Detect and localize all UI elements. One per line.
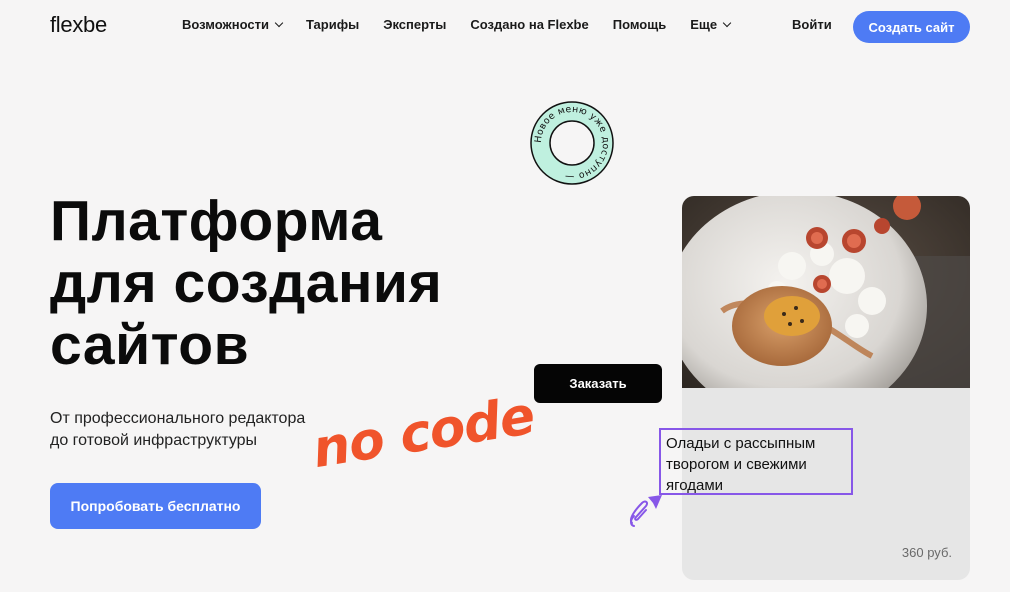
hero-title-line: Платформа: [50, 189, 383, 253]
nav-item-help[interactable]: Помощь: [613, 17, 666, 32]
nav-item-label: Помощь: [612, 17, 667, 32]
product-card[interactable]: 360 руб.: [682, 196, 970, 580]
nav-item-showcase[interactable]: Создано на Flexbe: [470, 17, 588, 32]
hero-title: Платформа для создания сайтов: [50, 190, 442, 376]
pancake-dish-photo: [682, 196, 970, 388]
try-free-button[interactable]: Попробовать бесплатно: [50, 483, 261, 529]
no-code-text: no code: [308, 385, 539, 481]
nav-item-features[interactable]: Возможности: [182, 17, 284, 32]
hero-subtitle-line: От профессионального редактора: [50, 410, 306, 427]
new-menu-badge[interactable]: Новое меню уже доступно —: [529, 100, 615, 186]
nav-item-label: Эксперты: [383, 17, 447, 32]
nav-item-experts[interactable]: Эксперты: [383, 17, 446, 32]
nav-item-label: Тарифы: [305, 17, 360, 32]
login-link[interactable]: Войти: [792, 17, 832, 32]
paperclip-cursor-icon: [630, 495, 662, 527]
product-title-selection[interactable]: Оладьи с рассыпным творогом и свежими яг…: [659, 428, 853, 495]
product-price: 360 руб.: [901, 545, 952, 560]
hero-subtitle-line: до готовой инфраструктуры: [50, 432, 258, 449]
no-code-graphic: no code: [300, 386, 550, 495]
main-nav: Возможности Тарифы Эксперты Создано на F…: [182, 17, 754, 32]
hero-title-line: для создания: [50, 251, 443, 315]
nav-item-more[interactable]: Еще: [690, 17, 732, 32]
nav-item-label: Создано на Flexbe: [470, 17, 589, 32]
nav-item-pricing[interactable]: Тарифы: [306, 17, 359, 32]
hero-subtitle: От профессионального редактора до готово…: [50, 408, 305, 452]
chevron-down-icon: [722, 18, 732, 27]
nav-item-label: Еще: [690, 17, 718, 32]
hero-title-line: сайтов: [50, 313, 250, 377]
chevron-down-icon: [274, 18, 284, 27]
product-title-line: Оладьи с рассыпным: [666, 435, 816, 452]
product-title-line: творогом и свежими: [666, 456, 807, 473]
product-title-line: ягодами: [666, 477, 724, 494]
flexbe-logo[interactable]: flexbe: [50, 12, 107, 38]
order-button[interactable]: Заказать: [534, 364, 662, 403]
site-header: flexbe Возможности Тарифы Эксперты Созда…: [0, 0, 1010, 52]
create-site-button[interactable]: Создать сайт: [853, 11, 970, 43]
nav-item-label: Возможности: [182, 17, 269, 32]
